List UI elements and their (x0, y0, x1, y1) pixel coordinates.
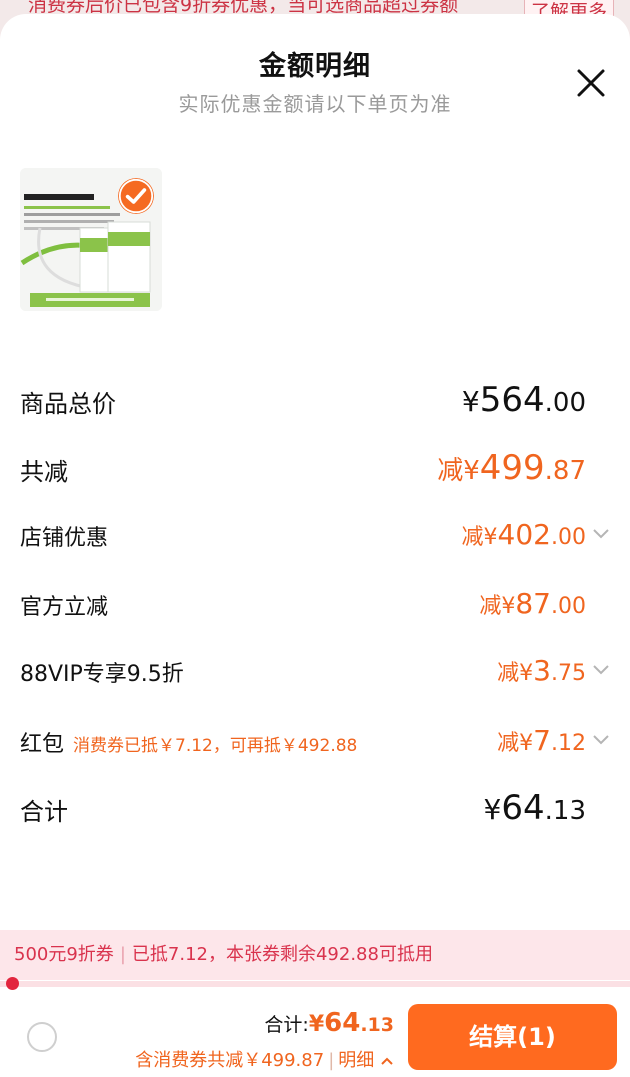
row-store-discount[interactable]: 店铺优惠 减¥402.00 (20, 518, 609, 560)
select-all-radio[interactable] (27, 1022, 57, 1052)
detail-link[interactable]: 明细 (338, 1050, 374, 1071)
row-goods-total: 商品总价 ¥564.00 (20, 380, 586, 428)
row-value: ¥564.00 (461, 380, 586, 420)
row-value: 减¥402.00 (461, 518, 586, 551)
checkout-button[interactable]: 结算(1) (408, 1004, 617, 1070)
row-label: 88VIP专享9.5折 (20, 662, 184, 687)
row-value: ¥64.13 (483, 788, 586, 828)
row-vip-discount[interactable]: 88VIP专享9.5折 减¥3.75 (20, 654, 609, 696)
total-cents: .13 (360, 1014, 394, 1036)
footer-saving: 含消费券共减￥499.87 | 明细 (135, 1046, 394, 1072)
row-value: 减¥7.12 (497, 724, 586, 757)
row-official-discount: 官方立减 减¥87.00 (20, 587, 586, 629)
row-value: 减¥3.75 (497, 654, 586, 687)
row-value: 减¥87.00 (479, 587, 586, 620)
row-value: 减¥499.87 (437, 448, 586, 488)
chevron-down-icon[interactable] (592, 528, 610, 540)
coupon-progress-thumb (6, 977, 19, 990)
row-label: 商品总价 (20, 390, 116, 418)
coupon-note: 消费券已抵￥7.12，可再抵￥492.88 (73, 736, 358, 756)
row-label: 店铺优惠 (20, 526, 109, 551)
sheet-subtitle: 实际优惠金额请以下单页为准 (178, 92, 452, 116)
close-icon[interactable] (574, 66, 608, 100)
row-label: 合计 (20, 798, 68, 826)
coupon-progress-track (0, 981, 630, 987)
row-grand-total: 合计 ¥64.13 (20, 788, 586, 836)
chevron-down-icon[interactable] (592, 734, 610, 746)
row-total-reduction: 共减 减¥499.87 (20, 448, 586, 496)
coupon-detail: 已抵7.12，本张券剩余492.88可抵用 (131, 944, 433, 965)
row-red-packet[interactable]: 红包 消费券已抵￥7.12，可再抵￥492.88 减¥7.12 (20, 724, 609, 766)
row-label: 红包 消费券已抵￥7.12，可再抵￥492.88 (20, 732, 358, 757)
divider: | (119, 944, 126, 965)
row-label: 官方立减 (20, 595, 109, 620)
sheet-title: 金额明细 (259, 51, 371, 82)
total-label: 合计: (264, 1014, 309, 1036)
footer-total: 合计:¥64.13 (264, 1008, 394, 1038)
row-label: 共减 (20, 458, 68, 486)
coupon-name: 500元9折券 (14, 944, 114, 965)
chevron-down-icon[interactable] (592, 664, 610, 676)
checkmark-icon (118, 178, 154, 214)
coupon-bar: 500元9折券 | 已抵7.12，本张券剩余492.88可抵用 (0, 930, 630, 980)
saving-text: 含消费券共减￥499.87 (135, 1050, 325, 1071)
total-amount: 64 (324, 1008, 361, 1038)
chevron-up-icon[interactable] (380, 1056, 394, 1066)
total-currency: ¥ (308, 1012, 325, 1037)
